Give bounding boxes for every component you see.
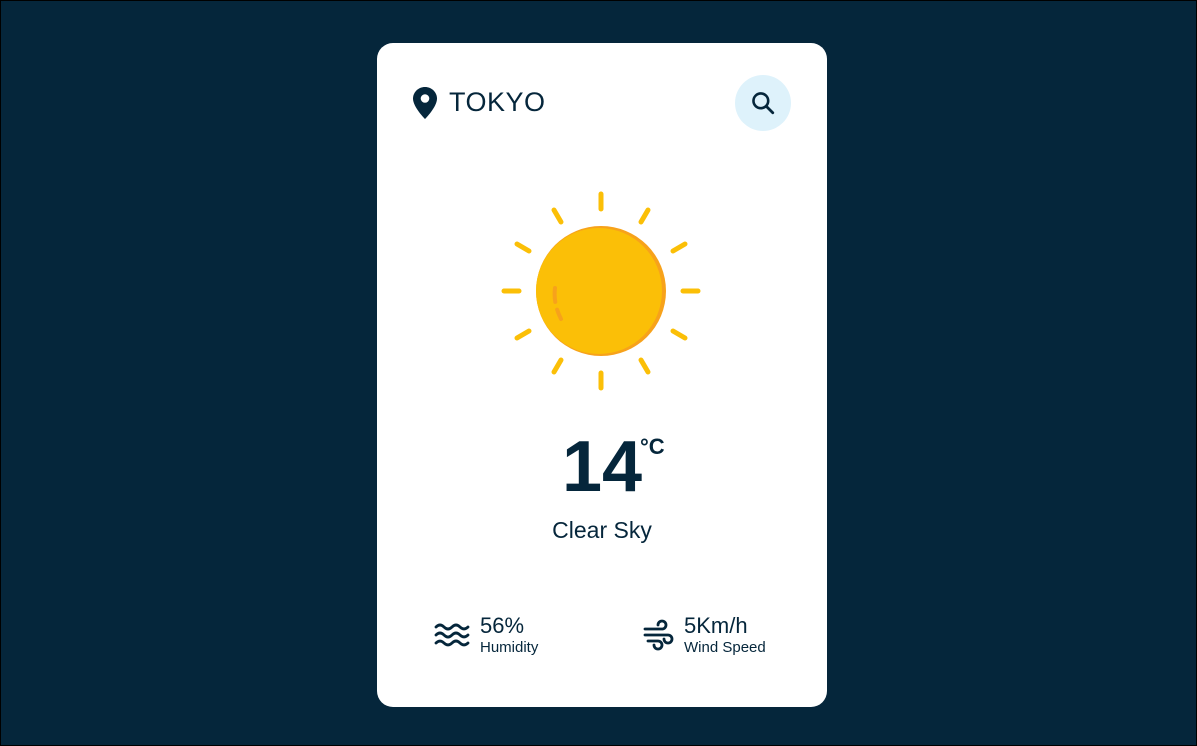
wind-stat: 5Km/h Wind Speed xyxy=(642,613,766,657)
temperature-unit: °C xyxy=(640,434,665,459)
weather-card: TOKYO 14 °C Clear Sky 56% Humidity 5Km/h… xyxy=(377,43,827,707)
map-pin-icon xyxy=(413,87,437,119)
humidity-value: 56% xyxy=(480,613,525,638)
search-button[interactable] xyxy=(735,75,791,131)
wind-speed-value: 5Km/h xyxy=(684,613,748,638)
humidity-label: Humidity xyxy=(480,639,539,656)
temperature-value: 14 xyxy=(561,427,643,507)
weather-description: Clear Sky xyxy=(552,517,652,543)
wind-icon xyxy=(643,619,674,651)
humidity-waves-icon xyxy=(434,623,470,647)
city-name: TOKYO xyxy=(449,87,546,117)
sun-icon xyxy=(501,191,701,391)
wind-speed-label: Wind Speed xyxy=(684,639,766,656)
temperature: 14 xyxy=(377,431,827,503)
humidity-stat: 56% Humidity xyxy=(434,613,538,657)
search-icon xyxy=(752,92,775,115)
